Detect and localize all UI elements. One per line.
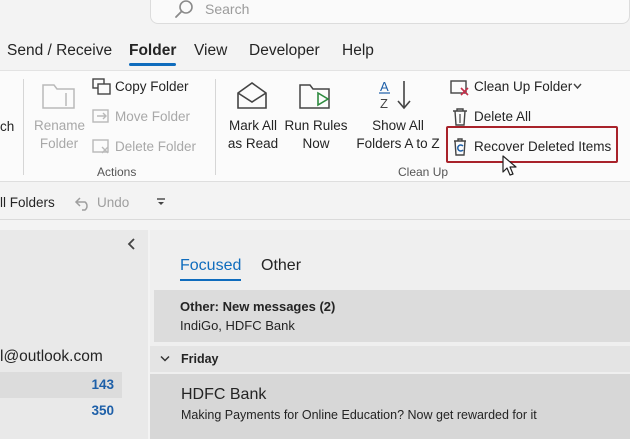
message-sender: HDFC Bank: [181, 386, 267, 403]
folder-pane: l@outlook.com 143 350: [0, 230, 148, 439]
rename-label-1[interactable]: Rename: [34, 118, 85, 133]
mark-all-read-label-1[interactable]: Mark All: [222, 118, 284, 133]
clean-up-group-label: Clean Up: [398, 165, 449, 179]
search-placeholder: Search: [205, 1, 250, 17]
notice-title: Other: New messages (2): [180, 299, 336, 314]
tab-view[interactable]: View: [194, 42, 227, 60]
rename-label-2[interactable]: Folder: [34, 136, 84, 151]
run-rules-label-2[interactable]: Now: [284, 136, 348, 151]
all-folders-button[interactable]: ll Folders: [0, 195, 55, 210]
tab-focused[interactable]: Focused: [180, 257, 242, 281]
clean-up-folder-icon: [450, 80, 469, 96]
copy-folder-button[interactable]: Copy Folder: [115, 79, 189, 94]
ribbon-separator: [215, 79, 216, 175]
tab-send-receive[interactable]: Send / Receive: [7, 42, 112, 60]
recover-highlight-box: [446, 126, 618, 163]
title-bar: Search: [0, 0, 630, 36]
envelope-open-icon: [237, 82, 267, 109]
search-icon: [175, 0, 193, 18]
ribbon-separator: [23, 79, 24, 175]
mouse-cursor-icon: [502, 155, 517, 176]
actions-group-label: Actions: [97, 165, 137, 179]
unread-count: 350: [91, 403, 114, 418]
mark-all-read-label-2[interactable]: as Read: [222, 136, 284, 151]
date-group-header[interactable]: Friday: [150, 346, 630, 372]
undo-button[interactable]: Undo: [97, 195, 129, 210]
show-all-folders-label-2[interactable]: Folders A to Z: [350, 136, 446, 151]
message-subject: Making Payments for Online Education? No…: [181, 408, 537, 422]
run-rules-icon: [299, 84, 330, 109]
folder-row[interactable]: 350: [0, 398, 122, 424]
show-all-folders-label-1[interactable]: Show All: [350, 118, 446, 133]
tab-developer[interactable]: Developer: [249, 42, 320, 60]
unread-count: 143: [91, 377, 114, 392]
undo-icon: [74, 197, 88, 211]
move-folder-button[interactable]: Move Folder: [115, 109, 190, 124]
other-notice-banner[interactable]: Other: New messages (2) IndiGo, HDFC Ban…: [154, 290, 630, 342]
search-box[interactable]: Search: [150, 0, 630, 24]
delete-folder-button[interactable]: Delete Folder: [115, 139, 196, 154]
date-group-label: Friday: [181, 352, 219, 366]
partial-command-label[interactable]: ch: [0, 119, 14, 134]
trash-icon: [453, 108, 467, 126]
chevron-down-icon: [160, 355, 170, 362]
tab-other[interactable]: Other: [261, 257, 301, 275]
customize-toolbar-icon[interactable]: [156, 197, 166, 207]
ribbon-tabs: Send / Receive Folder View Developer Hel…: [0, 38, 630, 68]
copy-folder-icon: [92, 78, 111, 95]
run-rules-label-1[interactable]: Run Rules: [284, 118, 348, 133]
quick-access-bar: ll Folders Undo: [0, 186, 630, 220]
svg-text:Z: Z: [380, 96, 388, 111]
move-folder-icon: [92, 109, 109, 123]
rename-folder-icon: [42, 84, 75, 109]
collapse-pane-icon[interactable]: [126, 238, 136, 250]
svg-text:A: A: [380, 79, 389, 94]
account-email[interactable]: l@outlook.com: [0, 348, 103, 366]
delete-all-button[interactable]: Delete All: [474, 109, 531, 124]
clean-up-folder-button[interactable]: Clean Up Folder: [474, 79, 572, 94]
delete-folder-icon: [92, 139, 109, 154]
sort-a-to-z-icon: A Z: [379, 79, 411, 111]
message-list: Focused Other Other: New messages (2) In…: [150, 230, 630, 439]
chevron-down-icon[interactable]: [573, 83, 582, 90]
notice-senders: IndiGo, HDFC Bank: [180, 318, 295, 333]
folder-row[interactable]: 143: [0, 372, 122, 398]
tab-folder[interactable]: Folder: [129, 42, 177, 66]
tab-help[interactable]: Help: [342, 42, 374, 60]
message-item[interactable]: HDFC Bank Making Payments for Online Edu…: [150, 374, 630, 439]
